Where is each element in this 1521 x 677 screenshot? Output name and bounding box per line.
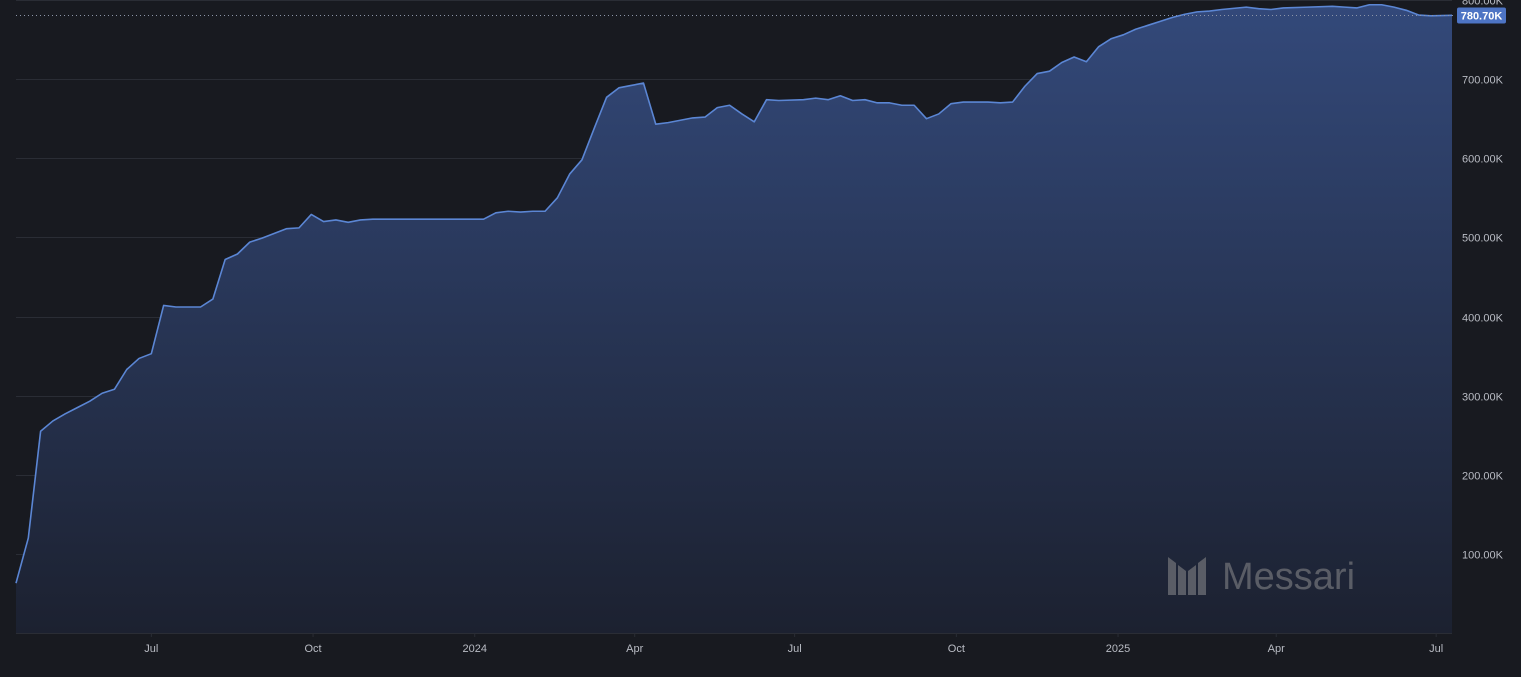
watermark-text: Messari	[1222, 556, 1355, 598]
x-tick-label: Oct	[948, 643, 965, 655]
y-tick-label: 100.00K	[1462, 550, 1504, 562]
last-value-label: 780.70K	[1461, 11, 1503, 23]
y-tick-label: 700.00K	[1462, 75, 1504, 87]
x-tick-label: Apr	[1268, 643, 1285, 655]
y-tick-label: 800.00K	[1462, 0, 1504, 8]
y-tick-label: 500.00K	[1462, 233, 1504, 245]
x-tick-label: 2025	[1106, 643, 1130, 655]
x-tick-label: 2024	[463, 643, 487, 655]
y-tick-label: 200.00K	[1462, 471, 1504, 483]
y-tick-label: 600.00K	[1462, 154, 1504, 166]
x-tick-label: Jul	[1429, 643, 1443, 655]
x-tick-label: Apr	[626, 643, 643, 655]
series-area-layer	[15, 3, 1453, 633]
x-axis: Jul Oct 2024 Apr Jul Oct 2025 Apr Jul	[144, 633, 1443, 655]
y-tick-label: 400.00K	[1462, 313, 1504, 325]
x-tick-label: Jul	[144, 643, 158, 655]
y-tick-label: 300.00K	[1462, 392, 1504, 404]
y-axis: 100.00K 200.00K 300.00K 400.00K 500.00K 600.0…	[1462, 0, 1504, 562]
x-tick-label: Jul	[788, 643, 802, 655]
area-chart: 100.00K 200.00K 300.00K 400.00K 500.00K 600.0…	[0, 0, 1521, 672]
chart-svg: 100.00K 200.00K 300.00K 400.00K 500.00K 600.0…	[15, 0, 1506, 655]
x-tick-label: Oct	[304, 643, 321, 655]
series-area-fill	[16, 4, 1452, 633]
